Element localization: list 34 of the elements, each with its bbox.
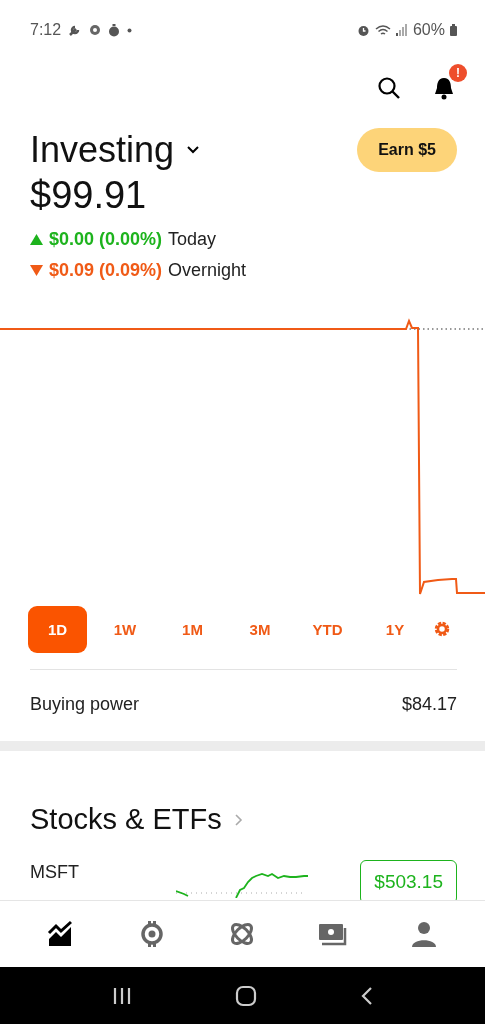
range-tab[interactable]: 1M: [163, 605, 222, 653]
change-amount: $0.09 (0.09%): [49, 260, 163, 281]
range-tab[interactable]: 3M: [230, 605, 290, 653]
section-title[interactable]: Stocks & ETFs: [30, 803, 222, 836]
home-icon[interactable]: [234, 984, 257, 1007]
buying-power-value: $84.17: [401, 694, 457, 715]
dot-icon: [127, 27, 133, 33]
settings-icon[interactable]: [433, 620, 451, 638]
alarm-icon: [356, 23, 370, 37]
signal-icon: [395, 24, 408, 36]
stopwatch-icon: [108, 23, 121, 37]
change-period: Overnight: [168, 260, 247, 281]
notification-badge: !: [449, 64, 467, 82]
range-tab[interactable]: 1D: [28, 605, 87, 653]
back-icon[interactable]: [359, 985, 374, 1006]
change-period: Today: [168, 229, 217, 250]
notification-bell-icon[interactable]: [433, 76, 455, 100]
stock-symbol[interactable]: MSFT: [30, 860, 176, 883]
account-title[interactable]: Investing: [30, 129, 175, 171]
buying-power-label: Buying power: [30, 694, 140, 715]
range-tab[interactable]: 1W: [95, 605, 155, 653]
portfolio-value: $99.91: [29, 173, 148, 217]
range-tab[interactable]: 1Y: [365, 605, 425, 653]
change-amount: $0.00 (0.00%): [49, 229, 163, 250]
browser-icon: [89, 24, 102, 36]
recent-apps-icon[interactable]: [111, 985, 132, 1006]
battery-icon: [450, 24, 457, 36]
wifi-icon: [374, 23, 391, 37]
range-tab[interactable]: YTD: [298, 605, 357, 653]
chevron-down-icon[interactable]: [186, 145, 201, 155]
status-time: 7:12: [30, 21, 62, 39]
battery-level: 60%: [412, 21, 445, 39]
search-icon[interactable]: [377, 76, 401, 100]
earn-button[interactable]: Earn $5: [357, 128, 457, 172]
